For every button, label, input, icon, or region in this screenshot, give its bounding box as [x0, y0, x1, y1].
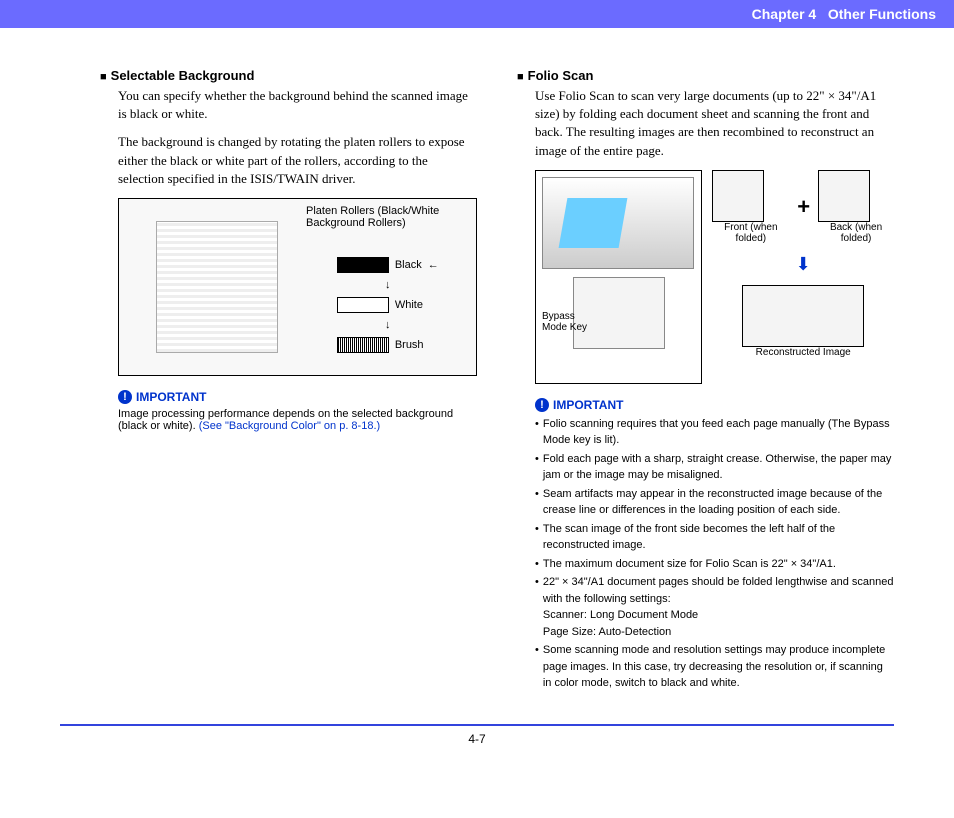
left-column: ■ Selectable Background You can specify w…	[100, 68, 477, 694]
front-label: Front (when folded)	[712, 222, 789, 244]
arrow-icon: ←	[428, 259, 439, 271]
label-white: White	[395, 299, 423, 311]
scanner-illustration	[156, 221, 278, 353]
bullet-icon: •	[535, 521, 539, 554]
bullet-square-icon: ■	[517, 71, 524, 83]
body-paragraph: Use Folio Scan to scan very large docume…	[535, 87, 894, 160]
bullet-icon: •	[535, 486, 539, 519]
platen-roller-diagram: Platen Rollers (Black/White Background R…	[118, 198, 477, 376]
list-item: •Fold each page with a sharp, straight c…	[535, 451, 894, 484]
swatch-brush	[337, 337, 389, 353]
back-fold-illustration	[818, 170, 870, 222]
folio-result-column: Front (when folded) + Back (when folded)…	[712, 170, 894, 384]
heading-text: Folio Scan	[528, 68, 594, 83]
list-item: •Some scanning mode and resolution setti…	[535, 642, 894, 692]
back-label: Back (when folded)	[818, 222, 894, 244]
folio-diagram: Bypass Mode Key Front (when folded) + Ba…	[535, 170, 894, 384]
bullet-icon: •	[535, 642, 539, 692]
bullet-icon: •	[535, 416, 539, 449]
bullet-text: The scan image of the front side becomes…	[543, 521, 894, 554]
chapter-number: Chapter 4	[752, 6, 817, 22]
arrow-down-icon: ↓	[337, 319, 439, 331]
list-item: •The scan image of the front side become…	[535, 521, 894, 554]
important-text: IMPORTANT	[553, 398, 623, 412]
label-brush: Brush	[395, 339, 424, 351]
bullet-text: 22" × 34"/A1 document pages should be fo…	[543, 574, 894, 640]
heading-text: Selectable Background	[111, 68, 255, 83]
section-heading-selectable-bg: ■ Selectable Background	[100, 68, 477, 83]
important-label: ! IMPORTANT	[118, 390, 477, 404]
bullet-icon: •	[535, 451, 539, 484]
chapter-title: Other Functions	[828, 6, 936, 22]
bullet-text: Folio scanning requires that you feed ea…	[543, 416, 894, 449]
diagram-caption: Platen Rollers (Black/White Background R…	[306, 205, 466, 229]
right-column: ■ Folio Scan Use Folio Scan to scan very …	[517, 68, 894, 694]
plus-icon: +	[797, 194, 810, 220]
label-black: Black	[395, 259, 422, 271]
swatch-white	[337, 297, 389, 313]
arrow-down-icon: ⬇	[712, 254, 894, 275]
scanner-tray-illustration	[542, 177, 694, 269]
list-item: •The maximum document size for Folio Sca…	[535, 556, 894, 573]
page-body: ■ Selectable Background You can specify w…	[0, 28, 954, 714]
cross-reference-link[interactable]: (See "Background Color" on p. 8-18.)	[199, 420, 380, 432]
bullet-text: Fold each page with a sharp, straight cr…	[543, 451, 894, 484]
chapter-header: Chapter 4 Other Functions	[0, 0, 954, 28]
page-footer: 4-7	[60, 724, 894, 746]
important-note: ! IMPORTANT Image processing performance…	[118, 390, 477, 432]
list-item: •22" × 34"/A1 document pages should be f…	[535, 574, 894, 640]
bypass-mode-label: Bypass Mode Key	[542, 311, 592, 333]
folio-scanner-box: Bypass Mode Key	[535, 170, 702, 384]
important-note: ! IMPORTANT	[535, 398, 894, 412]
important-body: Image processing performance depends on …	[118, 408, 477, 432]
important-bullets: •Folio scanning requires that you feed e…	[535, 416, 894, 692]
bullet-text: The maximum document size for Folio Scan…	[543, 556, 836, 573]
reconstructed-illustration	[742, 285, 864, 347]
bullet-icon: •	[535, 556, 539, 573]
body-paragraph: You can specify whether the background b…	[118, 87, 477, 123]
list-item: •Seam artifacts may appear in the recons…	[535, 486, 894, 519]
bullet-text: Seam artifacts may appear in the reconst…	[543, 486, 894, 519]
swatch-black	[337, 257, 389, 273]
front-fold-illustration	[712, 170, 764, 222]
front-back-row: Front (when folded) + Back (when folded)	[712, 170, 894, 244]
section-heading-folio: ■ Folio Scan	[517, 68, 894, 83]
bullet-icon: •	[535, 574, 539, 640]
body-paragraph: The background is changed by rotating th…	[118, 133, 477, 188]
bullet-text: Some scanning mode and resolution settin…	[543, 642, 894, 692]
important-icon: !	[118, 390, 132, 404]
page-number: 4-7	[468, 732, 485, 746]
important-label: ! IMPORTANT	[535, 398, 894, 412]
reconstructed-label: Reconstructed Image	[712, 347, 894, 358]
list-item: •Folio scanning requires that you feed e…	[535, 416, 894, 449]
bullet-square-icon: ■	[100, 71, 107, 83]
arrow-down-icon: ↓	[337, 279, 439, 291]
important-text: IMPORTANT	[136, 390, 206, 404]
important-icon: !	[535, 398, 549, 412]
roller-legend: Platen Rollers (Black/White Background R…	[337, 221, 439, 353]
